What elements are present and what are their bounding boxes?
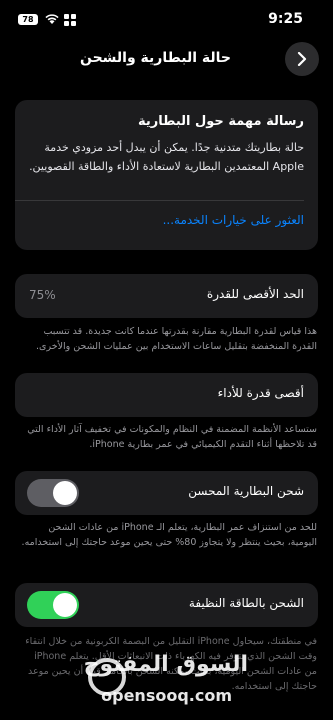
- page-title: حالة البطارية والشحن: [79, 50, 231, 66]
- peak-performance-label: أقصى قدرة للأداء: [217, 386, 304, 400]
- watermark-arabic: السوق المفتوح: [83, 652, 249, 677]
- optimized-charging-toggle[interactable]: [27, 479, 79, 507]
- peak-performance-row: أقصى قدرة للأداء: [15, 373, 318, 417]
- status-time: 9:25: [268, 11, 303, 27]
- opensooq-watermark: السوق المفتوح opensooq.com: [80, 652, 260, 718]
- chevron-right-icon: [297, 52, 307, 66]
- watermark-english: opensooq.com: [101, 686, 232, 705]
- clean-energy-charging-label: الشحن بالطاقة النظيفة: [188, 596, 304, 610]
- clean-energy-charging-toggle[interactable]: [27, 591, 79, 619]
- status-bar: 78 9:25: [0, 0, 333, 40]
- message-body: حالة بطاريتك متدنية جدًا. يمكن أن يبدل أ…: [29, 141, 304, 173]
- signal-icon: [64, 14, 76, 26]
- battery-icon: 78: [18, 14, 38, 25]
- find-service-options-link[interactable]: العثور على خيارات الخدمة...: [163, 213, 304, 227]
- divider: [15, 200, 304, 201]
- optimized-charging-row: شحن البطارية المحسن: [15, 471, 318, 515]
- max-capacity-row: الحد الأقصى للقدرة 75%: [15, 274, 318, 318]
- wifi-icon: [45, 14, 59, 24]
- message-title: رسالة مهمة حول البطارية: [138, 114, 304, 129]
- toggle-knob: [53, 593, 77, 617]
- back-button[interactable]: [285, 42, 319, 76]
- toggle-knob: [53, 481, 77, 505]
- battery-message-card: رسالة مهمة حول البطارية حالة بطاريتك متد…: [15, 100, 318, 250]
- clean-energy-charging-row: الشحن بالطاقة النظيفة: [15, 583, 318, 627]
- battery-level: 78: [22, 15, 34, 24]
- max-capacity-footnote: هذا قياس لقدرة البطارية مقارنة بقدرتها ع…: [36, 326, 317, 352]
- optimized-charging-label: شحن البطارية المحسن: [188, 484, 304, 498]
- nav-bar: حالة البطارية والشحن: [0, 42, 333, 76]
- max-capacity-value: 75%: [29, 288, 56, 302]
- optimized-charging-footnote: للحد من استنزاف عمر البطارية، يتعلم الـ …: [21, 522, 317, 548]
- max-capacity-label: الحد الأقصى للقدرة: [206, 287, 304, 301]
- peak-performance-footnote: ستساعد الأنظمة المضمنة في النظام والمكون…: [27, 424, 317, 450]
